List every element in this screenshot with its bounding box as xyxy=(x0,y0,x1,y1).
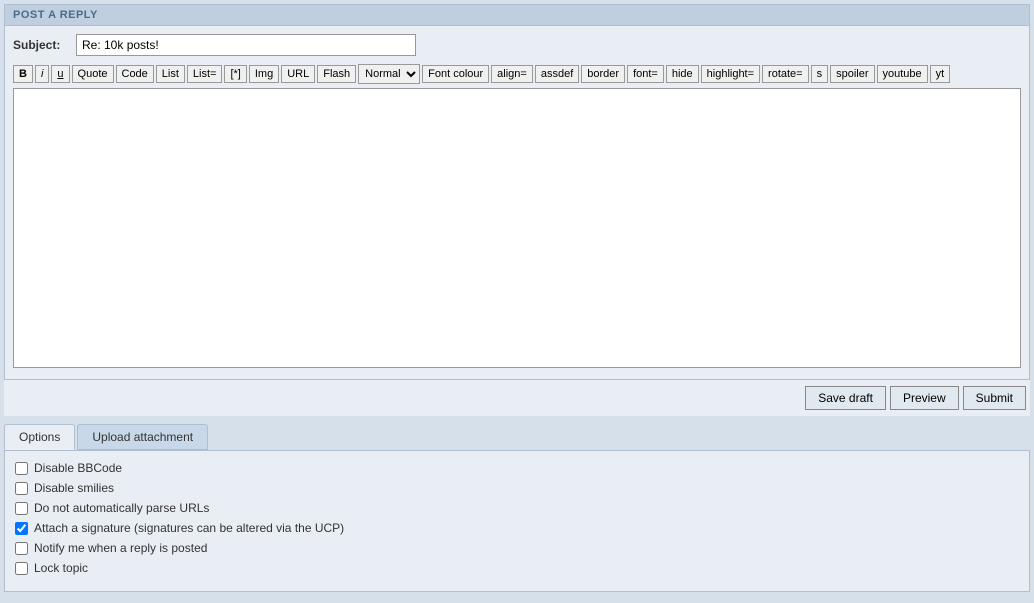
option-notify-reply: Notify me when a reply is posted xyxy=(15,541,1019,555)
form-container: Subject: B i u Quote Code List List= [*]… xyxy=(4,25,1030,380)
page-wrapper: POST A REPLY Subject: B i u Quote Code L… xyxy=(0,0,1034,596)
align-btn[interactable]: align= xyxy=(491,65,533,83)
submit-button[interactable]: Submit xyxy=(963,386,1026,410)
img-btn[interactable]: Img xyxy=(249,65,279,83)
hide-btn[interactable]: hide xyxy=(666,65,699,83)
disable-smilies-checkbox[interactable] xyxy=(15,482,28,495)
youtube-btn[interactable]: youtube xyxy=(877,65,928,83)
toolbar: B i u Quote Code List List= [*] Img URL … xyxy=(13,64,1021,84)
font-color-btn[interactable]: Font colour xyxy=(422,65,489,83)
save-draft-button[interactable]: Save draft xyxy=(805,386,886,410)
size-select[interactable]: Tiny Small Normal Large Huge xyxy=(358,64,420,84)
quote-btn[interactable]: Quote xyxy=(72,65,114,83)
code-btn[interactable]: Code xyxy=(116,65,154,83)
action-row: Save draft Preview Submit xyxy=(4,380,1030,416)
border-btn[interactable]: border xyxy=(581,65,625,83)
no-parse-urls-label[interactable]: Do not automatically parse URLs xyxy=(34,501,209,515)
option-attach-signature: Attach a signature (signatures can be al… xyxy=(15,521,1019,535)
tabs-row: Options Upload attachment xyxy=(4,424,1030,450)
yt-btn[interactable]: yt xyxy=(930,65,951,83)
notify-reply-label[interactable]: Notify me when a reply is posted xyxy=(34,541,207,555)
disable-smilies-label[interactable]: Disable smilies xyxy=(34,481,114,495)
url-btn[interactable]: URL xyxy=(281,65,315,83)
list-btn[interactable]: List xyxy=(156,65,185,83)
notify-reply-checkbox[interactable] xyxy=(15,542,28,555)
rotate-btn[interactable]: rotate= xyxy=(762,65,809,83)
tab-content-options: Disable BBCode Disable smilies Do not au… xyxy=(4,450,1030,592)
spoiler-btn[interactable]: spoiler xyxy=(830,65,874,83)
subject-label: Subject: xyxy=(13,38,68,52)
underline-btn[interactable]: u xyxy=(51,65,69,83)
post-reply-header: POST A REPLY xyxy=(4,4,1030,25)
disable-bbcode-checkbox[interactable] xyxy=(15,462,28,475)
highlight-btn[interactable]: highlight= xyxy=(701,65,760,83)
option-lock-topic: Lock topic xyxy=(15,561,1019,575)
bold-btn[interactable]: B xyxy=(13,65,33,83)
option-no-parse-urls: Do not automatically parse URLs xyxy=(15,501,1019,515)
option-disable-smilies: Disable smilies xyxy=(15,481,1019,495)
no-parse-urls-checkbox[interactable] xyxy=(15,502,28,515)
options-tab[interactable]: Options xyxy=(4,424,75,450)
strikethrough-btn[interactable]: s xyxy=(811,65,829,83)
preview-button[interactable]: Preview xyxy=(890,386,959,410)
italic-btn[interactable]: i xyxy=(35,65,49,83)
flash-btn[interactable]: Flash xyxy=(317,65,356,83)
attach-signature-label[interactable]: Attach a signature (signatures can be al… xyxy=(34,521,344,535)
subject-row: Subject: xyxy=(13,34,1021,56)
upload-attachment-tab[interactable]: Upload attachment xyxy=(77,424,208,450)
editor-textarea[interactable] xyxy=(13,88,1021,368)
disable-bbcode-label[interactable]: Disable BBCode xyxy=(34,461,122,475)
lock-topic-checkbox[interactable] xyxy=(15,562,28,575)
subject-input[interactable] xyxy=(76,34,416,56)
list-eq-btn[interactable]: List= xyxy=(187,65,223,83)
header-title: POST A REPLY xyxy=(13,9,98,21)
list-item-btn[interactable]: [*] xyxy=(224,65,246,83)
attach-signature-checkbox[interactable] xyxy=(15,522,28,535)
option-disable-bbcode: Disable BBCode xyxy=(15,461,1019,475)
assdef-btn[interactable]: assdef xyxy=(535,65,579,83)
lock-topic-label[interactable]: Lock topic xyxy=(34,561,88,575)
font-btn[interactable]: font= xyxy=(627,65,664,83)
